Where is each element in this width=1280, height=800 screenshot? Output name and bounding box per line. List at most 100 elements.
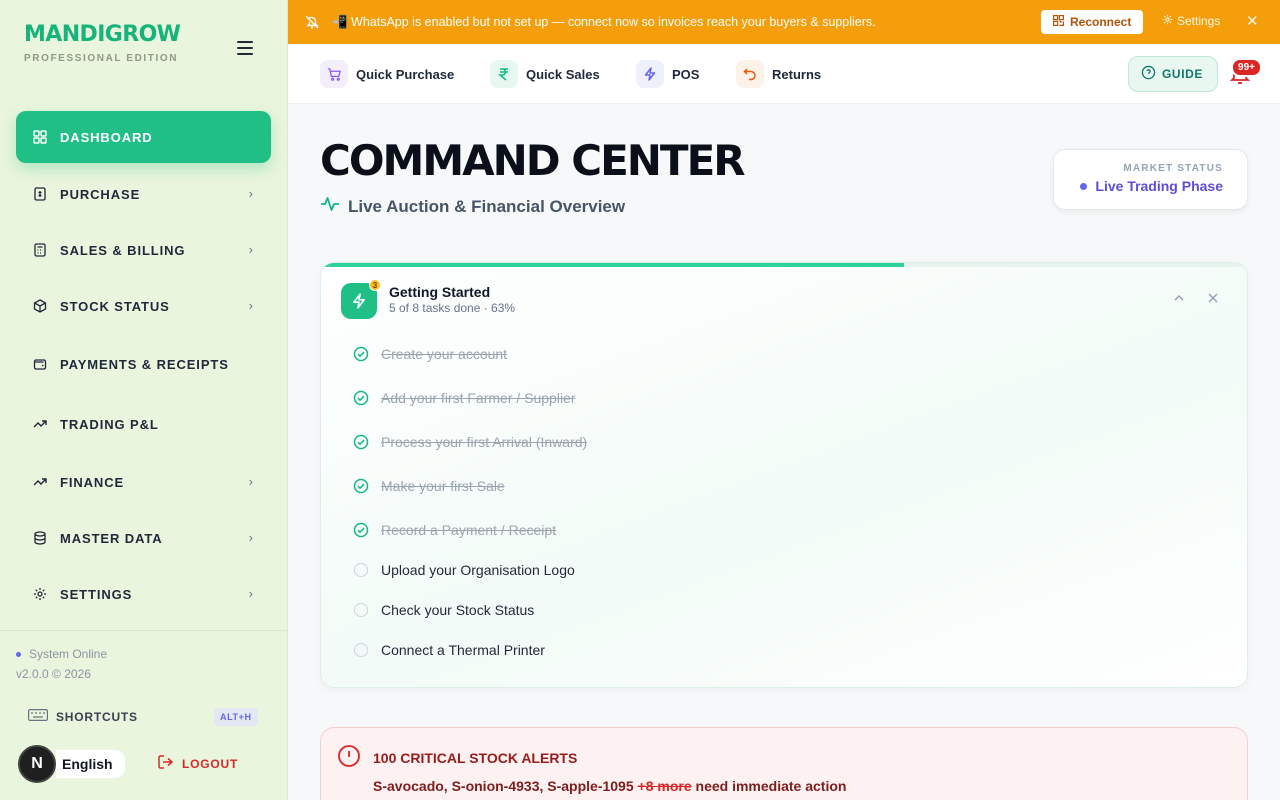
chevron-right-icon: › (248, 530, 253, 545)
returns-button[interactable]: Returns (736, 60, 821, 88)
sidebar-item-label: SALES & BILLING (60, 242, 186, 258)
progress-track (321, 263, 1247, 267)
sidebar-item-label: STOCK STATUS (60, 298, 170, 314)
banner-settings-label: Settings (1177, 14, 1221, 28)
check-circle-icon (353, 346, 369, 362)
calculator-icon (32, 242, 48, 258)
alert-details: S-avocado, S-onion-4933, S-apple-1095 +8… (373, 778, 846, 794)
card-title: Getting Started (389, 284, 491, 300)
gear-icon (32, 586, 48, 602)
check-circle-icon (353, 522, 369, 538)
sidebar-item-label: DASHBOARD (60, 129, 153, 145)
card-subtitle: 5 of 8 tasks done · 63% (389, 301, 516, 315)
chevron-up-icon[interactable] (1173, 291, 1185, 307)
quick-purchase-button[interactable]: Quick Purchase (320, 60, 454, 88)
task-item[interactable]: Create your account (353, 346, 507, 362)
task-item[interactable]: Check your Stock Status (353, 602, 534, 618)
alert-circle-icon (337, 744, 361, 773)
shortcut-key-badge: ALT+H (214, 708, 258, 726)
check-circle-icon (353, 434, 369, 450)
progress-fill (321, 263, 905, 267)
guide-button[interactable]: GUIDE (1128, 56, 1219, 92)
chevron-right-icon: › (248, 186, 253, 201)
alert-title: 100 CRITICAL STOCK ALERTS (373, 750, 578, 766)
grid-icon (32, 129, 48, 145)
rupee-icon (490, 60, 518, 88)
trending-up-icon (32, 416, 48, 432)
task-item[interactable]: Upload your Organisation Logo (353, 562, 575, 578)
notifications-button[interactable]: 99+ (1226, 58, 1262, 88)
sidebar-item-stock-status[interactable]: STOCK STATUS › (16, 280, 271, 332)
chevron-right-icon: › (248, 242, 253, 257)
critical-stock-alert[interactable]: 100 CRITICAL STOCK ALERTS S-avocado, S-o… (320, 727, 1248, 800)
page-title: COMMAND CENTER (320, 136, 746, 185)
package-icon (32, 298, 48, 314)
sidebar-item-label: TRADING P&L (60, 416, 159, 432)
sidebar-item-label: PAYMENTS & RECEIPTS (60, 356, 229, 372)
hamburger-icon-line (237, 47, 253, 49)
help-circle-icon (1141, 65, 1156, 83)
brand-name: MANDIGROW (24, 22, 181, 47)
sidebar-item-settings[interactable]: SETTINGS › (16, 568, 271, 620)
task-label: Create your account (381, 346, 508, 362)
sidebar-item-trading-pl[interactable]: TRADING P&L (16, 398, 271, 450)
banner-settings-button[interactable]: Settings (1162, 14, 1220, 28)
task-item[interactable]: Record a Payment / Receipt (353, 522, 556, 538)
quick-actions-bar: Quick Purchase Quick Sales POS Returns G… (288, 44, 1280, 104)
empty-circle-icon (353, 602, 369, 618)
alert-suffix: need immediate action (695, 778, 847, 794)
qr-icon (1053, 15, 1065, 29)
reconnect-button[interactable]: Reconnect (1041, 10, 1144, 34)
getting-started-card: 3 Getting Started 5 of 8 tasks done · 63… (320, 262, 1248, 688)
activity-icon (320, 196, 340, 217)
pos-button[interactable]: POS (636, 60, 699, 88)
brand-edition: PROFESSIONAL EDITION (24, 53, 179, 64)
quick-sales-button[interactable]: Quick Sales (490, 60, 600, 88)
task-label: Upload your Organisation Logo (381, 562, 575, 578)
task-item[interactable]: Connect a Thermal Printer (353, 642, 545, 658)
task-item[interactable]: Process your first Arrival (Inward) (353, 434, 587, 450)
remaining-tasks-badge: 3 (369, 279, 381, 291)
task-item[interactable]: Add your first Farmer / Supplier (353, 390, 576, 406)
sidebar-item-payments-receipts[interactable]: PAYMENTS & RECEIPTS (16, 338, 271, 390)
logout-icon (158, 755, 174, 772)
task-label: Record a Payment / Receipt (381, 522, 557, 538)
sidebar-item-purchase[interactable]: PURCHASE › (16, 168, 271, 220)
sidebar-footer: System Online v2.0.0 © 2026 SHORTCUTS AL… (0, 630, 288, 783)
logout-label: LOGOUT (182, 756, 239, 771)
system-status-text: System Online (29, 647, 108, 661)
close-icon[interactable] (1207, 291, 1219, 307)
sidebar-item-finance[interactable]: FINANCE › (16, 456, 271, 508)
alert-more-link[interactable]: +8 more (638, 778, 692, 794)
keyboard-icon (28, 709, 48, 724)
language-avatar: N (18, 745, 56, 783)
alert-items: S-avocado, S-onion-4933, S-apple-1095 (373, 778, 634, 794)
sidebar-item-label: FINANCE (60, 474, 125, 490)
status-dot-icon (16, 652, 21, 658)
language-selector[interactable]: N English (18, 745, 125, 783)
menu-toggle-button[interactable] (234, 38, 256, 58)
check-circle-icon (353, 390, 369, 406)
status-dot-icon (1080, 182, 1088, 190)
sidebar-item-label: SETTINGS (60, 586, 133, 602)
sidebar-item-master-data[interactable]: MASTER DATA › (16, 512, 271, 564)
language-label: English (56, 750, 125, 778)
sidebar-item-label: MASTER DATA (60, 530, 163, 546)
shortcuts-button[interactable]: SHORTCUTS (28, 709, 138, 724)
task-label: Process your first Arrival (Inward) (381, 434, 588, 450)
wallet-icon (32, 356, 48, 372)
system-status: System Online (16, 647, 107, 661)
brand[interactable]: MANDIGROW PROFESSIONAL EDITION (24, 22, 181, 64)
task-label: Make your first Sale (381, 478, 505, 494)
sidebar-item-dashboard[interactable]: DASHBOARD (16, 111, 271, 163)
close-icon[interactable]: ✕ (1246, 12, 1259, 30)
trending-up-icon (32, 474, 48, 490)
chevron-right-icon: › (248, 474, 253, 489)
market-status-label: MARKET STATUS (1123, 163, 1223, 174)
quick-action-label: Returns (772, 66, 822, 82)
logout-button[interactable]: LOGOUT (158, 755, 238, 772)
lightning-icon (636, 60, 664, 88)
sidebar-item-sales-billing[interactable]: SALES & BILLING › (16, 224, 271, 276)
task-item[interactable]: Make your first Sale (353, 478, 505, 494)
check-circle-icon (353, 478, 369, 494)
